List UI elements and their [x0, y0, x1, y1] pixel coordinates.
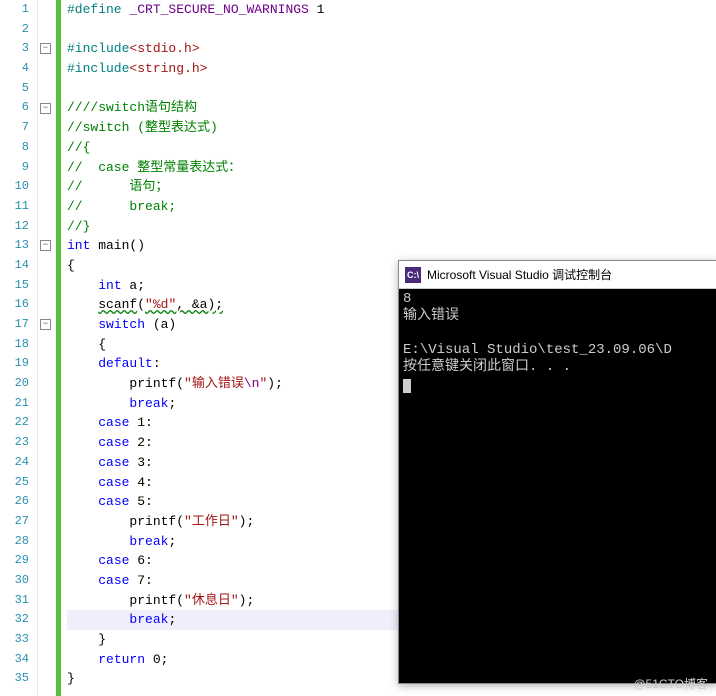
- fold-toggle[interactable]: −: [40, 319, 51, 330]
- line-number-gutter: 1234567891011121314151617181920212223242…: [0, 0, 38, 696]
- line-number: 18: [0, 335, 29, 355]
- code-line[interactable]: #include<string.h>: [67, 59, 716, 79]
- line-number: 28: [0, 532, 29, 552]
- console-line: E:\Visual Studio\test_23.09.06\D: [403, 342, 672, 358]
- console-line: 输入错误: [403, 308, 459, 324]
- line-number: 17: [0, 315, 29, 335]
- line-number: 24: [0, 453, 29, 473]
- line-number: 16: [0, 295, 29, 315]
- line-number: 33: [0, 630, 29, 650]
- console-cursor: [403, 379, 411, 393]
- code-line[interactable]: #include<stdio.h>: [67, 39, 716, 59]
- line-number: 1: [0, 0, 29, 20]
- code-line[interactable]: ////switch语句结构: [67, 98, 716, 118]
- line-number: 26: [0, 492, 29, 512]
- line-number: 12: [0, 217, 29, 237]
- line-number: 7: [0, 118, 29, 138]
- console-app-icon: C:\: [405, 267, 421, 283]
- line-number: 9: [0, 158, 29, 178]
- line-number: 6: [0, 98, 29, 118]
- line-number: 35: [0, 669, 29, 689]
- code-line[interactable]: #define _CRT_SECURE_NO_WARNINGS 1: [67, 0, 716, 20]
- debug-console-window[interactable]: C:\ Microsoft Visual Studio 调试控制台 8 输入错误…: [398, 260, 716, 684]
- console-output[interactable]: 8 输入错误 E:\Visual Studio\test_23.09.06\D …: [399, 289, 716, 395]
- line-number: 15: [0, 276, 29, 296]
- fold-toggle[interactable]: −: [40, 103, 51, 114]
- line-number: 14: [0, 256, 29, 276]
- line-number: 34: [0, 650, 29, 670]
- line-number: 3: [0, 39, 29, 59]
- line-number: 22: [0, 413, 29, 433]
- line-number: 27: [0, 512, 29, 532]
- line-number: 13: [0, 236, 29, 256]
- watermark: @51CTO博客: [633, 675, 708, 692]
- line-number: 10: [0, 177, 29, 197]
- line-number: 31: [0, 591, 29, 611]
- console-line: 8: [403, 291, 411, 307]
- console-line: 按任意键关闭此窗口. . .: [403, 359, 571, 375]
- line-number: 5: [0, 79, 29, 99]
- console-title-text: Microsoft Visual Studio 调试控制台: [427, 266, 612, 283]
- line-number: 29: [0, 551, 29, 571]
- line-number: 30: [0, 571, 29, 591]
- code-line[interactable]: //}: [67, 217, 716, 237]
- fold-toggle[interactable]: −: [40, 240, 51, 251]
- line-number: 23: [0, 433, 29, 453]
- fold-column: − − − −: [38, 0, 56, 696]
- code-line[interactable]: // case 整型常量表达式：: [67, 158, 716, 178]
- line-number: 8: [0, 138, 29, 158]
- line-number: 4: [0, 59, 29, 79]
- code-line[interactable]: [67, 20, 716, 40]
- code-line[interactable]: //switch (整型表达式): [67, 118, 716, 138]
- fold-toggle[interactable]: −: [40, 43, 51, 54]
- line-number: 2: [0, 20, 29, 40]
- console-titlebar[interactable]: C:\ Microsoft Visual Studio 调试控制台: [399, 261, 716, 289]
- code-line[interactable]: [67, 79, 716, 99]
- code-line[interactable]: // break;: [67, 197, 716, 217]
- line-number: 11: [0, 197, 29, 217]
- line-number: 20: [0, 374, 29, 394]
- code-line[interactable]: int main(): [67, 236, 716, 256]
- code-line[interactable]: //{: [67, 138, 716, 158]
- line-number: 19: [0, 354, 29, 374]
- line-number: 32: [0, 610, 29, 630]
- line-number: 21: [0, 394, 29, 414]
- code-line[interactable]: // 语句；: [67, 177, 716, 197]
- line-number: 25: [0, 473, 29, 493]
